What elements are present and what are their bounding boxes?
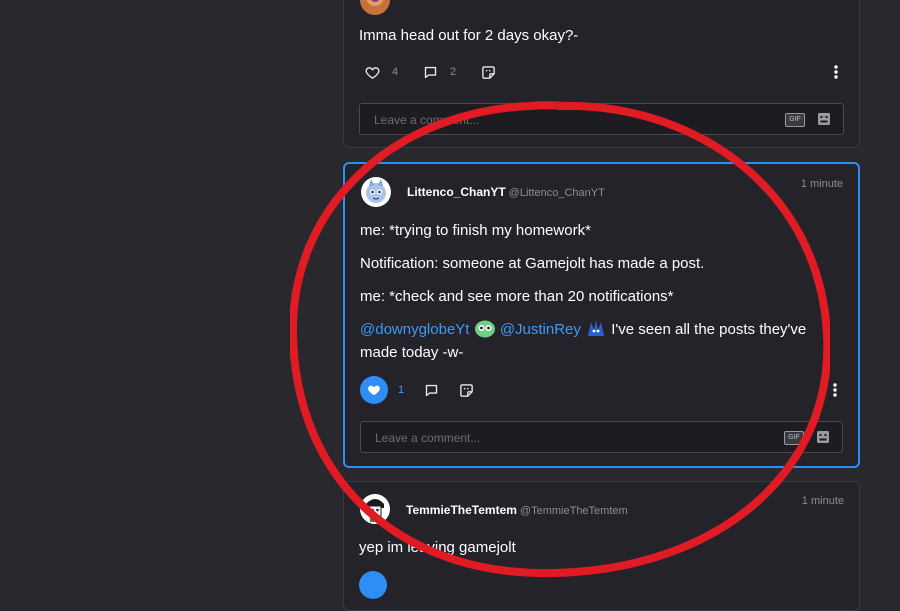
user-handle: @Littenco_ChanYT [508, 187, 605, 199]
like-count: 4 [392, 66, 399, 78]
creature-emoji-icon [588, 320, 605, 336]
username[interactable]: TemmieTheTemtem [406, 503, 517, 517]
post-author[interactable]: TemmieTheTemtem @TemmieTheTemtem [406, 503, 628, 517]
heart-icon [368, 385, 380, 396]
sticker-picker-button[interactable] [816, 430, 830, 449]
post-card-active: Littenco_ChanYT @Littenco_ChanYT 1 minute… [343, 162, 860, 468]
post-actions [359, 570, 844, 600]
comment-box: GIF [359, 103, 844, 136]
mention-link[interactable]: @downyglobeYt [360, 321, 469, 338]
mention-link[interactable]: @JustinRey [500, 321, 581, 338]
post-paragraph: Notification: someone at Gamejolt has ma… [360, 255, 705, 272]
sticker-button[interactable] [481, 57, 496, 87]
post-paragraph: me: *trying to finish my homework* [360, 222, 591, 239]
post-card: Imma head out for 2 days okay?- 4 2 GIF [343, 0, 860, 148]
post-timestamp: 1 minute [800, 178, 843, 190]
username[interactable]: Littenco_ChanYT [407, 185, 506, 199]
like-button[interactable] [359, 570, 387, 600]
like-button[interactable]: 1 [360, 375, 404, 405]
user-avatar[interactable] [360, 0, 390, 15]
sticker-button[interactable] [459, 375, 474, 405]
user-avatar[interactable] [361, 177, 391, 207]
sticker-picker-button[interactable] [817, 112, 831, 131]
sticker-face-icon [817, 431, 829, 443]
post-card: TemmieTheTemtem @TemmieTheTemtem 1 minute… [343, 481, 860, 611]
sticker-icon [460, 383, 473, 397]
comment-icon [424, 66, 437, 78]
post-author[interactable]: Littenco_ChanYT @Littenco_ChanYT [407, 185, 605, 199]
liked-indicator [359, 571, 387, 599]
comment-icon [425, 384, 438, 396]
comment-input[interactable] [372, 104, 756, 136]
more-options-button[interactable] [828, 57, 844, 87]
post-paragraph: me: *check and see more than 20 notifica… [360, 288, 674, 305]
comment-button[interactable]: 2 [423, 57, 456, 87]
comment-button[interactable] [424, 375, 439, 405]
user-handle: @TemmieTheTemtem [519, 505, 628, 517]
heart-icon [365, 66, 380, 79]
more-options-button[interactable] [827, 375, 843, 405]
more-vertical-icon [833, 383, 837, 397]
post-text: Imma head out for 2 days okay?- [359, 27, 579, 44]
comment-box: GIF [360, 421, 843, 454]
post-text: yep im leaving gamejolt [359, 539, 516, 556]
gif-icon[interactable]: GIF [785, 113, 805, 127]
blob-emoji-icon [474, 320, 495, 338]
like-count: 1 [398, 384, 405, 396]
more-vertical-icon [834, 65, 838, 79]
user-avatar[interactable] [360, 494, 390, 524]
post-body: me: *trying to finish my homework* Notif… [360, 219, 828, 364]
comment-count: 2 [450, 66, 457, 78]
gif-icon[interactable]: GIF [784, 431, 804, 445]
liked-indicator [360, 376, 388, 404]
post-actions: 4 2 [359, 57, 844, 87]
post-timestamp: 1 minute [801, 495, 844, 507]
comment-input[interactable] [373, 422, 757, 454]
sticker-icon [482, 65, 495, 79]
like-button[interactable]: 4 [365, 57, 398, 87]
post-actions: 1 [360, 375, 843, 405]
sticker-face-icon [818, 113, 830, 125]
post-paragraph-mentions: @downyglobeYt @JustinRey I've seen all t… [360, 318, 828, 364]
